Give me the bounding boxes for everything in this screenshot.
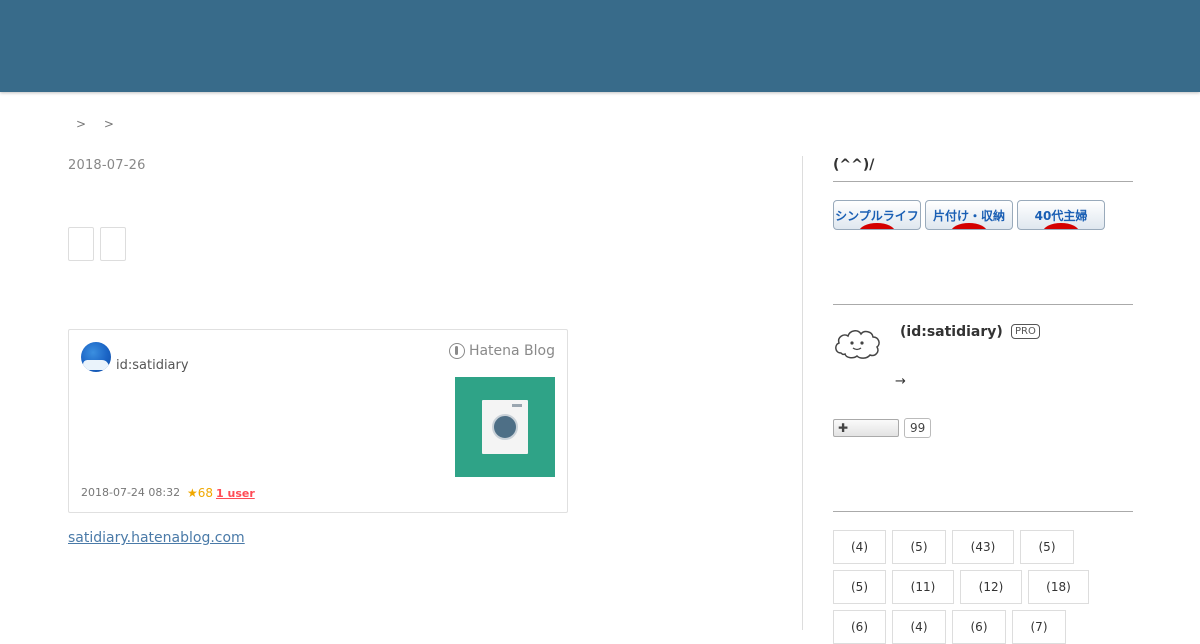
- breadcrumb: > >: [76, 117, 128, 131]
- category-tag[interactable]: (4): [833, 530, 886, 564]
- sidebar-divider: [802, 156, 803, 630]
- section-rule: [833, 304, 1133, 305]
- category-tag[interactable]: (43): [952, 530, 1014, 564]
- category-tag[interactable]: (5): [892, 530, 946, 564]
- category-tag[interactable]: (6): [952, 610, 1006, 644]
- hatena-blog-logo[interactable]: Hatena Blog: [448, 343, 555, 359]
- embed-author-id[interactable]: id:satidiary: [116, 358, 189, 373]
- pro-badge: PRO: [1011, 324, 1040, 339]
- embed-date: 2018-07-24 08:32: [81, 486, 181, 499]
- follower-count: 99: [904, 418, 932, 438]
- washing-machine-icon: [482, 400, 528, 454]
- banner-tidying[interactable]: 片付け・収納: [925, 200, 1013, 230]
- profile-avatar-cloud-icon[interactable]: [833, 327, 881, 361]
- profile-name[interactable]: (id:satidiary): [900, 324, 1003, 340]
- category-tag[interactable]: (4): [892, 610, 946, 644]
- section-rule: [833, 181, 1133, 182]
- blog-embed-card[interactable]: id:satidiary Hatena Blog 2018-07-24 08:3…: [68, 329, 568, 513]
- follow-button[interactable]: ✚: [833, 419, 899, 437]
- category-tag[interactable]: (7): [1012, 610, 1066, 644]
- category-tag[interactable]: (5): [833, 570, 886, 604]
- banner-40s-housewife[interactable]: 40代主婦: [1017, 200, 1105, 230]
- category-tag[interactable]: (12): [960, 570, 1022, 604]
- category-tag[interactable]: (11): [892, 570, 954, 604]
- bookmark-users[interactable]: 1 user: [216, 487, 255, 500]
- category-tag[interactable]: (6): [833, 610, 886, 644]
- site-link[interactable]: satidiary.hatenablog.com: [68, 530, 245, 546]
- hatena-logo-text: Hatena Blog: [468, 343, 555, 359]
- profile-more-link[interactable]: →: [895, 374, 906, 389]
- blog-header[interactable]: [0, 0, 1200, 92]
- banner-simple-life[interactable]: シンプルライフ: [833, 200, 921, 230]
- share-button[interactable]: [68, 227, 94, 261]
- hatena-logo-icon: [448, 343, 465, 359]
- category-tag[interactable]: (18): [1028, 570, 1089, 604]
- entry-date[interactable]: 2018-07-26: [68, 158, 146, 173]
- section-rule: [833, 511, 1133, 512]
- category-tag[interactable]: (5): [1020, 530, 1074, 564]
- star-count[interactable]: ★68: [187, 486, 213, 500]
- plus-icon: ✚: [838, 421, 849, 435]
- breadcrumb-separator: >: [76, 117, 87, 131]
- entry-thumbnail[interactable]: [455, 377, 555, 477]
- sidebar-section-title: (^^)/: [833, 157, 875, 173]
- share-button[interactable]: [100, 227, 126, 261]
- author-avatar[interactable]: [81, 342, 111, 372]
- breadcrumb-separator: >: [103, 117, 114, 131]
